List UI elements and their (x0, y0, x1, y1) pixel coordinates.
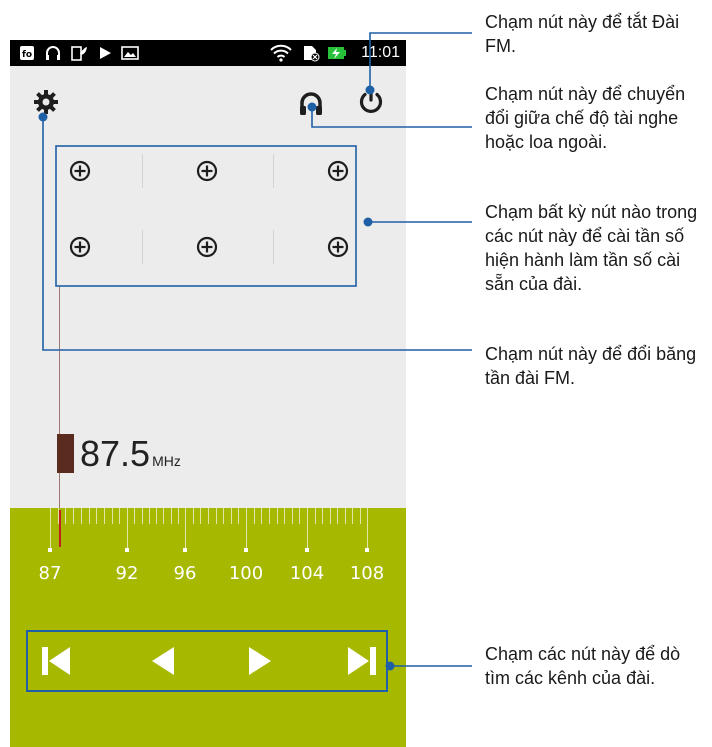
callout-presets: Chạm bất kỳ nút nào trong các nút này để… (485, 202, 698, 294)
callout-output: Chạm nút này để chuyển đổi giữa chế độ t… (485, 84, 686, 152)
callout-tuning: Chạm các nút này để dò tìm các kênh của … (485, 644, 681, 688)
callout-power: Chạm nút này để tắt Đài FM. (485, 12, 680, 56)
callout-band: Chạm nút này để đổi băng tần đài FM. (485, 344, 697, 388)
